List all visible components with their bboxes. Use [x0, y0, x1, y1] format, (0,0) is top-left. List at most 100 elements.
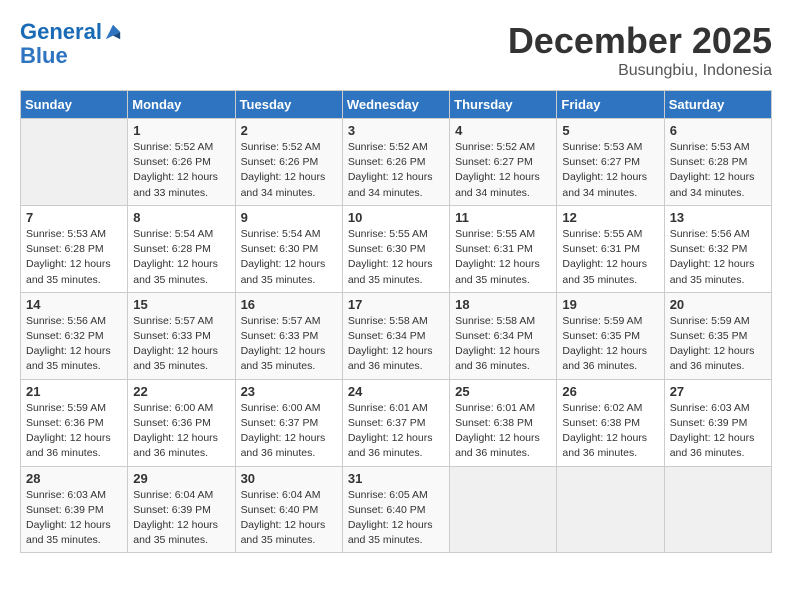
- day-number: 19: [562, 297, 658, 312]
- day-info: Sunrise: 5:59 AMSunset: 6:35 PMDaylight:…: [670, 314, 766, 375]
- day-cell: 28Sunrise: 6:03 AMSunset: 6:39 PMDayligh…: [21, 466, 128, 553]
- header-cell-thursday: Thursday: [450, 91, 557, 119]
- day-cell: 12 Sunrise: 5:55 AMSunset: 6:31 PMDayligh…: [557, 205, 664, 292]
- week-row-5: 28Sunrise: 6:03 AMSunset: 6:39 PMDayligh…: [21, 466, 772, 553]
- day-number: 31: [348, 471, 444, 486]
- day-cell: 13 Sunrise: 5:56 AMSunset: 6:32 PMDayligh…: [664, 205, 771, 292]
- day-cell: 23 Sunrise: 6:00 AMSunset: 6:37 PMDayligh…: [235, 379, 342, 466]
- day-cell: 10 Sunrise: 5:55 AMSunset: 6:30 PMDayligh…: [342, 205, 449, 292]
- day-info: Sunrise: 5:58 AMSunset: 6:34 PMDaylight:…: [348, 314, 444, 375]
- day-info: Sunrise: 5:53 AMSunset: 6:28 PMDaylight:…: [26, 227, 122, 288]
- day-info: Sunrise: 6:03 AMSunset: 6:39 PMDaylight:…: [670, 401, 766, 462]
- day-info: Sunrise: 6:03 AMSunset: 6:39 PMDaylight:…: [26, 488, 122, 549]
- day-cell: 3Sunrise: 5:52 AMSunset: 6:26 PMDaylight…: [342, 119, 449, 206]
- day-info: Sunrise: 5:53 AMSunset: 6:28 PMDaylight:…: [670, 140, 766, 201]
- day-info: Sunrise: 6:01 AMSunset: 6:37 PMDaylight:…: [348, 401, 444, 462]
- day-number: 29: [133, 471, 229, 486]
- day-cell: 7Sunrise: 5:53 AMSunset: 6:28 PMDaylight…: [21, 205, 128, 292]
- day-cell: 18 Sunrise: 5:58 AMSunset: 6:34 PMDayligh…: [450, 292, 557, 379]
- day-cell: 24Sunrise: 6:01 AMSunset: 6:37 PMDayligh…: [342, 379, 449, 466]
- day-cell: 25Sunrise: 6:01 AMSunset: 6:38 PMDayligh…: [450, 379, 557, 466]
- logo: General Blue: [20, 20, 122, 68]
- day-number: 8: [133, 210, 229, 225]
- day-number: 15: [133, 297, 229, 312]
- day-info: Sunrise: 5:56 AMSunset: 6:32 PMDaylight:…: [670, 227, 766, 288]
- month-title: December 2025: [508, 20, 772, 62]
- day-number: 26: [562, 384, 658, 399]
- day-number: 3: [348, 123, 444, 138]
- day-info: Sunrise: 5:55 AMSunset: 6:31 PMDaylight:…: [562, 227, 658, 288]
- day-info: Sunrise: 6:02 AMSunset: 6:38 PMDaylight:…: [562, 401, 658, 462]
- day-cell: 21 Sunrise: 5:59 AMSunset: 6:36 PMDayligh…: [21, 379, 128, 466]
- day-number: 21: [26, 384, 122, 399]
- day-number: 10: [348, 210, 444, 225]
- day-cell: 4Sunrise: 5:52 AMSunset: 6:27 PMDaylight…: [450, 119, 557, 206]
- header-cell-wednesday: Wednesday: [342, 91, 449, 119]
- day-info: Sunrise: 5:57 AMSunset: 6:33 PMDaylight:…: [241, 314, 337, 375]
- day-cell: 27 Sunrise: 6:03 AMSunset: 6:39 PMDayligh…: [664, 379, 771, 466]
- day-info: Sunrise: 6:00 AMSunset: 6:36 PMDaylight:…: [133, 401, 229, 462]
- day-cell: 19 Sunrise: 5:59 AMSunset: 6:35 PMDayligh…: [557, 292, 664, 379]
- day-cell: 15 Sunrise: 5:57 AMSunset: 6:33 PMDayligh…: [128, 292, 235, 379]
- day-cell: [664, 466, 771, 553]
- day-number: 16: [241, 297, 337, 312]
- week-row-3: 14Sunrise: 5:56 AMSunset: 6:32 PMDayligh…: [21, 292, 772, 379]
- calendar-header: SundayMondayTuesdayWednesdayThursdayFrid…: [21, 91, 772, 119]
- day-info: Sunrise: 5:59 AMSunset: 6:36 PMDaylight:…: [26, 401, 122, 462]
- day-info: Sunrise: 6:00 AMSunset: 6:37 PMDaylight:…: [241, 401, 337, 462]
- day-cell: 2 Sunrise: 5:52 AMSunset: 6:26 PMDaylight…: [235, 119, 342, 206]
- day-info: Sunrise: 5:54 AMSunset: 6:30 PMDaylight:…: [241, 227, 337, 288]
- day-info: Sunrise: 5:57 AMSunset: 6:33 PMDaylight:…: [133, 314, 229, 375]
- week-row-1: 1 Sunrise: 5:52 AMSunset: 6:26 PMDaylight…: [21, 119, 772, 206]
- logo-icon: [104, 23, 122, 41]
- day-cell: 20 Sunrise: 5:59 AMSunset: 6:35 PMDayligh…: [664, 292, 771, 379]
- day-number: 25: [455, 384, 551, 399]
- day-info: Sunrise: 5:52 AMSunset: 6:26 PMDaylight:…: [241, 140, 337, 201]
- day-cell: 30 Sunrise: 6:04 AMSunset: 6:40 PMDayligh…: [235, 466, 342, 553]
- day-info: Sunrise: 5:54 AMSunset: 6:28 PMDaylight:…: [133, 227, 229, 288]
- day-cell: 6 Sunrise: 5:53 AMSunset: 6:28 PMDaylight…: [664, 119, 771, 206]
- day-number: 17: [348, 297, 444, 312]
- logo-text: General: [20, 20, 102, 44]
- day-cell: 14Sunrise: 5:56 AMSunset: 6:32 PMDayligh…: [21, 292, 128, 379]
- day-number: 1: [133, 123, 229, 138]
- header-cell-monday: Monday: [128, 91, 235, 119]
- day-info: Sunrise: 5:59 AMSunset: 6:35 PMDaylight:…: [562, 314, 658, 375]
- day-number: 2: [241, 123, 337, 138]
- day-number: 23: [241, 384, 337, 399]
- calendar-table: SundayMondayTuesdayWednesdayThursdayFrid…: [20, 90, 772, 553]
- day-number: 5: [562, 123, 658, 138]
- day-info: Sunrise: 5:53 AMSunset: 6:27 PMDaylight:…: [562, 140, 658, 201]
- day-number: 20: [670, 297, 766, 312]
- title-block: December 2025 Busungbiu, Indonesia: [508, 20, 772, 80]
- day-number: 6: [670, 123, 766, 138]
- day-info: Sunrise: 5:58 AMSunset: 6:34 PMDaylight:…: [455, 314, 551, 375]
- day-info: Sunrise: 6:04 AMSunset: 6:40 PMDaylight:…: [241, 488, 337, 549]
- day-cell: 26 Sunrise: 6:02 AMSunset: 6:38 PMDayligh…: [557, 379, 664, 466]
- location: Busungbiu, Indonesia: [508, 62, 772, 80]
- day-info: Sunrise: 5:56 AMSunset: 6:32 PMDaylight:…: [26, 314, 122, 375]
- day-number: 11: [455, 210, 551, 225]
- day-number: 12: [562, 210, 658, 225]
- page-header: General Blue December 2025 Busungbiu, In…: [20, 20, 772, 80]
- day-number: 22: [133, 384, 229, 399]
- day-number: 9: [241, 210, 337, 225]
- day-cell: 5 Sunrise: 5:53 AMSunset: 6:27 PMDaylight…: [557, 119, 664, 206]
- day-cell: [557, 466, 664, 553]
- header-cell-friday: Friday: [557, 91, 664, 119]
- day-number: 18: [455, 297, 551, 312]
- day-cell: 31Sunrise: 6:05 AMSunset: 6:40 PMDayligh…: [342, 466, 449, 553]
- day-cell: 16 Sunrise: 5:57 AMSunset: 6:33 PMDayligh…: [235, 292, 342, 379]
- day-cell: 17 Sunrise: 5:58 AMSunset: 6:34 PMDayligh…: [342, 292, 449, 379]
- header-cell-saturday: Saturday: [664, 91, 771, 119]
- day-number: 30: [241, 471, 337, 486]
- day-number: 13: [670, 210, 766, 225]
- day-cell: [450, 466, 557, 553]
- week-row-4: 21 Sunrise: 5:59 AMSunset: 6:36 PMDayligh…: [21, 379, 772, 466]
- week-row-2: 7Sunrise: 5:53 AMSunset: 6:28 PMDaylight…: [21, 205, 772, 292]
- header-row: SundayMondayTuesdayWednesdayThursdayFrid…: [21, 91, 772, 119]
- day-cell: 8 Sunrise: 5:54 AMSunset: 6:28 PMDaylight…: [128, 205, 235, 292]
- day-info: Sunrise: 5:55 AMSunset: 6:30 PMDaylight:…: [348, 227, 444, 288]
- day-cell: 29Sunrise: 6:04 AMSunset: 6:39 PMDayligh…: [128, 466, 235, 553]
- day-number: 27: [670, 384, 766, 399]
